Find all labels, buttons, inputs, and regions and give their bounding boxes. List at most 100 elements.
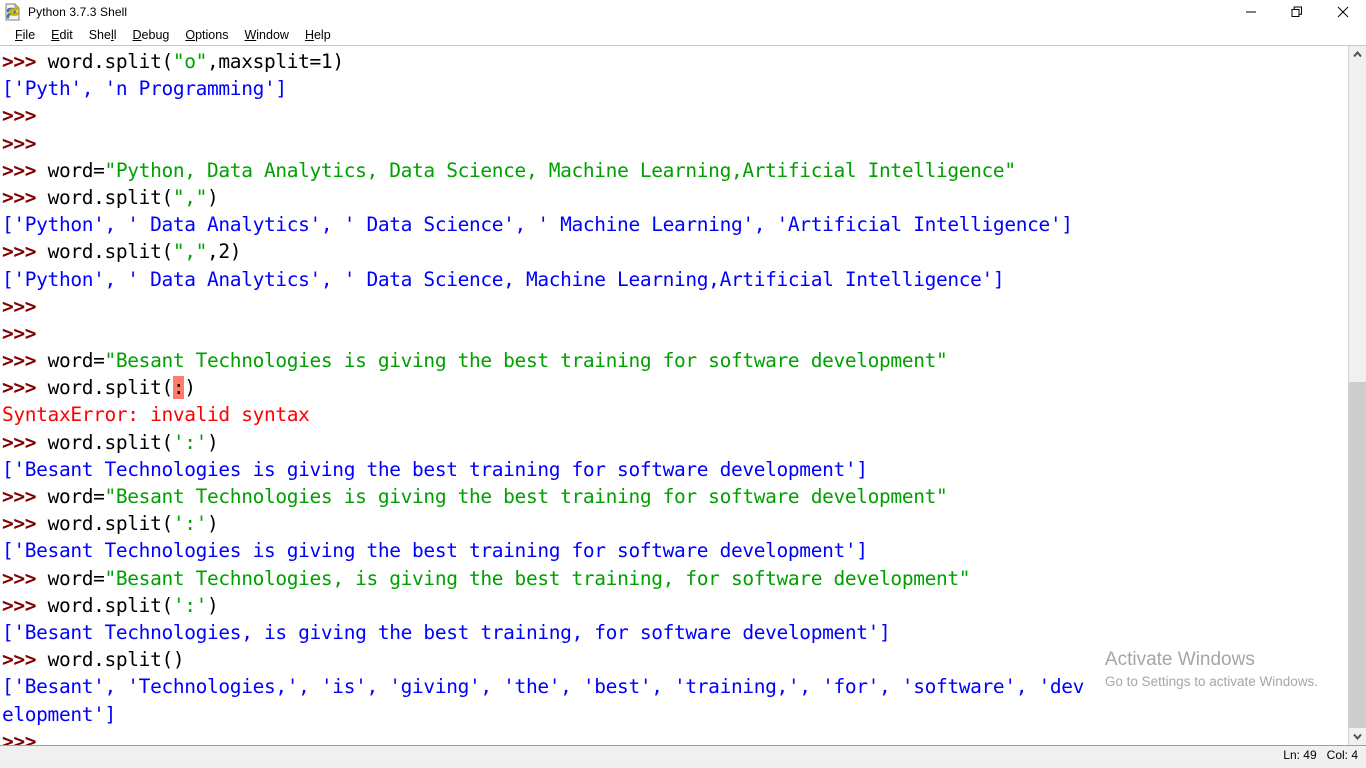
scroll-up-button[interactable]	[1349, 46, 1366, 63]
menu-item-window[interactable]: Window	[236, 28, 296, 42]
shell-segment-prompt: >>>	[2, 50, 48, 73]
shell-line: >>>	[2, 293, 1348, 320]
shell-segment-prompt: >>>	[2, 376, 48, 400]
shell-segment-code: word.split(	[47, 240, 174, 264]
close-button[interactable]	[1320, 0, 1366, 24]
vertical-scrollbar[interactable]	[1348, 46, 1366, 745]
shell-segment-out: ['Besant', 'Technologies,', 'is', 'givin…	[2, 675, 1085, 699]
shell-line: ['Python', ' Data Analytics', ' Data Sci…	[2, 266, 1348, 293]
shell-segment-code: word=	[47, 485, 105, 508]
scrollbar-thumb[interactable]	[1349, 382, 1366, 728]
shell-segment-out: elopment']	[2, 702, 116, 726]
shell-line: >>> word="Besant Technologies is giving …	[2, 483, 1348, 510]
shell-area: >>> word.split("o",maxsplit=1) ['Pyth', '…	[0, 46, 1366, 745]
shell-segment-code: )	[184, 376, 196, 400]
shell-segment-str: "Besant Technologies is giving the best …	[104, 485, 948, 508]
shell-segment-out: ['Python', ' Data Analytics', ' Data Sci…	[2, 267, 1005, 291]
shell-segment-out: ['Python', ' Data Analytics', ' Data Sci…	[2, 213, 1073, 237]
shell-segment-str: "Besant Technologies is giving the best …	[104, 349, 948, 373]
shell-line: SyntaxError: invalid syntax	[2, 401, 1348, 428]
shell-output-text[interactable]: >>> word.split("o",maxsplit=1) ['Pyth', '…	[0, 46, 1348, 745]
restore-icon	[1291, 6, 1302, 17]
shell-line: >>>	[2, 728, 1348, 745]
shell-segment-str: ':'	[172, 512, 208, 536]
chevron-up-icon	[1353, 51, 1362, 58]
shell-line: ['Besant Technologies, is giving the bes…	[2, 619, 1348, 646]
shell-segment-prompt: >>>	[2, 593, 48, 617]
shell-line: >>> word.split()	[2, 646, 1348, 673]
shell-segment-prompt: >>>	[2, 349, 48, 373]
shell-segment-str: ':'	[172, 593, 208, 617]
shell-segment-errhl: :	[172, 376, 185, 400]
shell-line: >>>	[2, 130, 1348, 157]
shell-segment-prompt: >>>	[2, 485, 48, 508]
shell-segment-prompt: >>>	[2, 512, 48, 536]
shell-line: ['Besant Technologies is giving the best…	[2, 456, 1348, 483]
shell-segment-code: )	[207, 593, 219, 617]
minimize-icon	[1246, 11, 1256, 13]
shell-line: >>> word.split("o",maxsplit=1)	[2, 48, 1348, 75]
shell-segment-code: word.split(	[47, 593, 174, 617]
shell-line: ['Python', ' Data Analytics', ' Data Sci…	[2, 211, 1348, 238]
shell-segment-code: word.split(	[47, 50, 174, 73]
shell-segment-prompt: >>>	[2, 321, 48, 345]
shell-segment-str: ':'	[172, 430, 208, 454]
shell-segment-prompt: >>>	[2, 131, 48, 155]
shell-segment-str: ","	[172, 185, 208, 209]
shell-segment-code: word=	[47, 349, 105, 373]
status-bar: Ln: 49 Col: 4	[0, 745, 1366, 764]
shell-segment-code: word.split(	[47, 185, 174, 209]
minimize-button[interactable]	[1228, 0, 1274, 24]
shell-line: elopment']	[2, 701, 1348, 728]
shell-segment-code: )	[207, 185, 219, 209]
shell-line: ['Pyth', 'n Programming']	[2, 75, 1348, 102]
shell-line: >>> word="Python, Data Analytics, Data S…	[2, 157, 1348, 184]
shell-segment-code: word.split(	[47, 376, 174, 400]
shell-segment-code: word.split(	[47, 512, 174, 536]
menu-item-edit[interactable]: Edit	[43, 28, 81, 42]
menu-item-file[interactable]: File	[7, 28, 43, 42]
shell-segment-prompt: >>>	[2, 566, 48, 590]
shell-segment-code: )	[207, 512, 219, 536]
shell-segment-code: ,maxsplit=1)	[207, 50, 344, 73]
shell-segment-str: "Python, Data Analytics, Data Science, M…	[104, 158, 1017, 182]
menu-bar: File Edit Shell Debug Options Window Hel…	[0, 25, 1366, 46]
close-icon	[1337, 6, 1349, 18]
menu-item-help[interactable]: Help	[297, 28, 339, 42]
shell-segment-err: SyntaxError: invalid syntax	[2, 403, 310, 427]
restore-button[interactable]	[1274, 0, 1320, 24]
shell-line: >>> word.split(",",2)	[2, 238, 1348, 265]
scroll-down-button[interactable]	[1349, 728, 1366, 745]
shell-line: >>> word.split(':')	[2, 510, 1348, 537]
shell-segment-prompt: >>>	[2, 240, 48, 264]
shell-segment-code: )	[207, 430, 219, 454]
scrollbar-track[interactable]	[1349, 63, 1366, 728]
window-controls	[1228, 0, 1366, 24]
idle-shell-window: Python 3.7.3 Shell File Edit Shell Debug…	[0, 0, 1366, 768]
menu-item-debug[interactable]: Debug	[125, 28, 178, 42]
shell-segment-prompt: >>>	[2, 185, 48, 209]
shell-segment-out: ['Pyth', 'n Programming']	[2, 77, 287, 101]
menu-item-options[interactable]: Options	[177, 28, 236, 42]
shell-segment-str: "Besant Technologies, is giving the best…	[104, 566, 971, 590]
shell-segment-prompt: >>>	[2, 430, 48, 454]
shell-line: >>> word.split(':')	[2, 429, 1348, 456]
shell-segment-code: word.split(	[47, 430, 174, 454]
shell-line: >>>	[2, 102, 1348, 129]
shell-line: >>>	[2, 320, 1348, 347]
shell-line: >>> word.split(",")	[2, 184, 1348, 211]
shell-segment-prompt: >>>	[2, 104, 48, 128]
shell-segment-code: word.split()	[47, 648, 185, 672]
shell-segment-out: ['Besant Technologies is giving the best…	[2, 457, 868, 481]
shell-segment-prompt: >>>	[2, 729, 48, 745]
python-file-icon	[3, 2, 23, 22]
shell-segment-str: "o"	[172, 50, 208, 73]
taskbar-strip	[0, 764, 1366, 768]
shell-line: >>> word="Besant Technologies, is giving…	[2, 565, 1348, 592]
shell-segment-out: ['Besant Technologies, is giving the bes…	[2, 620, 891, 644]
menu-item-shell[interactable]: Shell	[81, 28, 125, 42]
shell-segment-code: word=	[47, 158, 105, 182]
shell-segment-prompt: >>>	[2, 648, 48, 672]
title-bar[interactable]: Python 3.7.3 Shell	[0, 0, 1366, 25]
cursor-position-status: Ln: 49 Col: 4	[1283, 748, 1358, 762]
